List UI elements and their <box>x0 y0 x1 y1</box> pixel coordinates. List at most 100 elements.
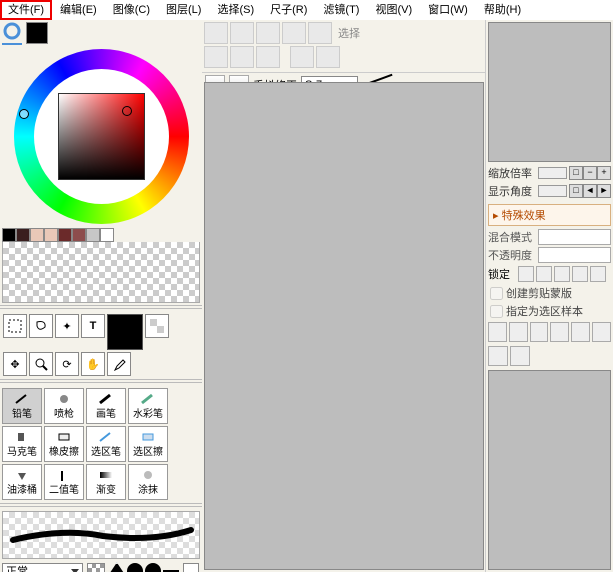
preserve-opacity-toggle[interactable] <box>87 563 105 572</box>
sel-op-2[interactable] <box>230 22 254 44</box>
sel-op-3[interactable] <box>256 22 280 44</box>
new-mask-button[interactable] <box>550 322 569 342</box>
menu-view[interactable]: 视图(V) <box>367 0 420 20</box>
brush-bucket[interactable]: 油漆桶 <box>2 464 42 500</box>
menu-help[interactable]: 帮助(H) <box>476 0 529 20</box>
lock-alpha-icon[interactable] <box>536 266 552 282</box>
swatch[interactable] <box>86 228 100 242</box>
sel-b1[interactable] <box>204 46 228 68</box>
rotate-tool[interactable]: ⟳ <box>55 352 79 376</box>
new-layer-button[interactable] <box>488 322 507 342</box>
sel-op-4[interactable] <box>282 22 306 44</box>
navigator[interactable] <box>488 22 611 162</box>
tip-round[interactable] <box>145 563 161 572</box>
opacity-field[interactable] <box>538 247 611 263</box>
brush-selpen[interactable]: 选区笔 <box>86 426 126 462</box>
eyedropper-tool[interactable] <box>107 352 131 376</box>
tool-row-1: ✦ T <box>0 313 202 351</box>
rect-select-tool[interactable] <box>3 314 27 338</box>
zoom-plus[interactable]: + <box>597 166 611 180</box>
merge-down-button[interactable] <box>592 322 611 342</box>
brush-marker[interactable]: 马克笔 <box>2 426 42 462</box>
color-wheel-tab-icon[interactable] <box>2 22 22 40</box>
blend-mode-dropdown[interactable]: 正常 <box>2 563 83 572</box>
swatch[interactable] <box>72 228 86 242</box>
opacity-label: 不透明度 <box>488 247 536 263</box>
brush-grid: 铅笔 喷枪 画笔 水彩笔 马克笔 橡皮擦 选区笔 选区擦 油漆桶 二值笔 渐变 … <box>0 387 202 501</box>
sel-b4[interactable] <box>290 46 314 68</box>
new-folder-button[interactable] <box>530 322 549 342</box>
delete-layer-button[interactable] <box>488 346 508 366</box>
swatch[interactable] <box>16 228 30 242</box>
swatch[interactable] <box>58 228 72 242</box>
tip-settings-button[interactable]: ⋯ <box>183 563 199 572</box>
brush-eraser[interactable]: 橡皮擦 <box>44 426 84 462</box>
menu-image[interactable]: 图像(C) <box>105 0 158 20</box>
sel-b2[interactable] <box>230 46 254 68</box>
clipping-checkbox[interactable]: 创建剪贴蒙版 <box>486 284 613 302</box>
zoom-slider[interactable] <box>538 167 567 179</box>
angle-reset[interactable]: □ <box>569 184 583 198</box>
tip-sharp[interactable] <box>109 563 125 572</box>
clear-layer-button[interactable] <box>571 322 590 342</box>
sv-square[interactable] <box>58 93 145 180</box>
transparent-toggle[interactable] <box>145 314 169 338</box>
sel-sample-checkbox[interactable]: 指定为选区样本 <box>486 302 613 320</box>
brush-binary[interactable]: 二值笔 <box>44 464 84 500</box>
zoom-label: 缩放倍率 <box>488 165 536 181</box>
angle-slider[interactable] <box>538 185 567 197</box>
fx-header[interactable]: 特殊效果 <box>488 204 611 226</box>
swatch[interactable] <box>100 228 114 242</box>
text-tool[interactable]: T <box>81 314 105 338</box>
menu-ruler[interactable]: 尺子(R) <box>262 0 315 20</box>
tip-dome[interactable] <box>127 563 143 572</box>
sel-b3[interactable] <box>256 46 280 68</box>
layer-misc-button[interactable] <box>510 346 530 366</box>
hue-cursor[interactable] <box>19 109 29 119</box>
move-tool[interactable]: ✥ <box>3 352 27 376</box>
sel-op-1[interactable] <box>204 22 228 44</box>
hand-tool[interactable]: ✋ <box>81 352 105 376</box>
sel-b5[interactable] <box>316 46 340 68</box>
lasso-tool[interactable] <box>29 314 53 338</box>
lock-move-icon[interactable] <box>554 266 570 282</box>
menu-layer[interactable]: 图层(L) <box>158 0 209 20</box>
brush-watercolor[interactable]: 水彩笔 <box>128 388 168 424</box>
swatch[interactable] <box>2 228 16 242</box>
right-panel: 缩放倍率 □ − + 显示角度 □ ◄ ► 特殊效果 混合模式 不透明度 锁定 … <box>485 20 613 572</box>
brush-seleraser[interactable]: 选区擦 <box>128 426 168 462</box>
blend-field[interactable] <box>538 229 611 245</box>
zoom-tool[interactable] <box>29 352 53 376</box>
zoom-minus[interactable]: − <box>583 166 597 180</box>
angle-right[interactable]: ► <box>597 184 611 198</box>
menu-window[interactable]: 窗口(W) <box>420 0 476 20</box>
sv-cursor[interactable] <box>122 106 132 116</box>
lock-all-icon[interactable] <box>590 266 606 282</box>
left-panel: ✦ T ✥ ⟳ ✋ 铅笔 喷枪 画笔 水彩笔 马克笔 橡皮擦 选区笔 选区擦 油… <box>0 20 203 572</box>
brush-blur[interactable]: 涂抹 <box>128 464 168 500</box>
menu-select[interactable]: 选择(S) <box>209 0 262 20</box>
menu-edit[interactable]: 编辑(E) <box>52 0 105 20</box>
canvas[interactable] <box>204 82 484 570</box>
blend-label: 混合模式 <box>488 229 536 245</box>
lock-pixels-icon[interactable] <box>518 266 534 282</box>
angle-left[interactable]: ◄ <box>583 184 597 198</box>
menu-filter[interactable]: 滤镜(T) <box>315 0 367 20</box>
swatch[interactable] <box>44 228 58 242</box>
foreground-swatch[interactable] <box>26 22 48 44</box>
brush-brush[interactable]: 画笔 <box>86 388 126 424</box>
layers-list[interactable] <box>488 370 611 570</box>
magic-wand-tool[interactable]: ✦ <box>55 314 79 338</box>
swatch[interactable] <box>30 228 44 242</box>
zoom-reset[interactable]: □ <box>569 166 583 180</box>
color-wheel[interactable] <box>14 49 189 224</box>
swatch-grid-empty[interactable] <box>2 242 200 303</box>
new-linework-button[interactable] <box>509 322 528 342</box>
current-color[interactable] <box>107 314 143 350</box>
brush-airbrush[interactable]: 喷枪 <box>44 388 84 424</box>
menu-file[interactable]: 文件(F) <box>0 0 52 20</box>
sel-op-5[interactable] <box>308 22 332 44</box>
lock-brush-icon[interactable] <box>572 266 588 282</box>
brush-pencil[interactable]: 铅笔 <box>2 388 42 424</box>
brush-gradient[interactable]: 渐变 <box>86 464 126 500</box>
